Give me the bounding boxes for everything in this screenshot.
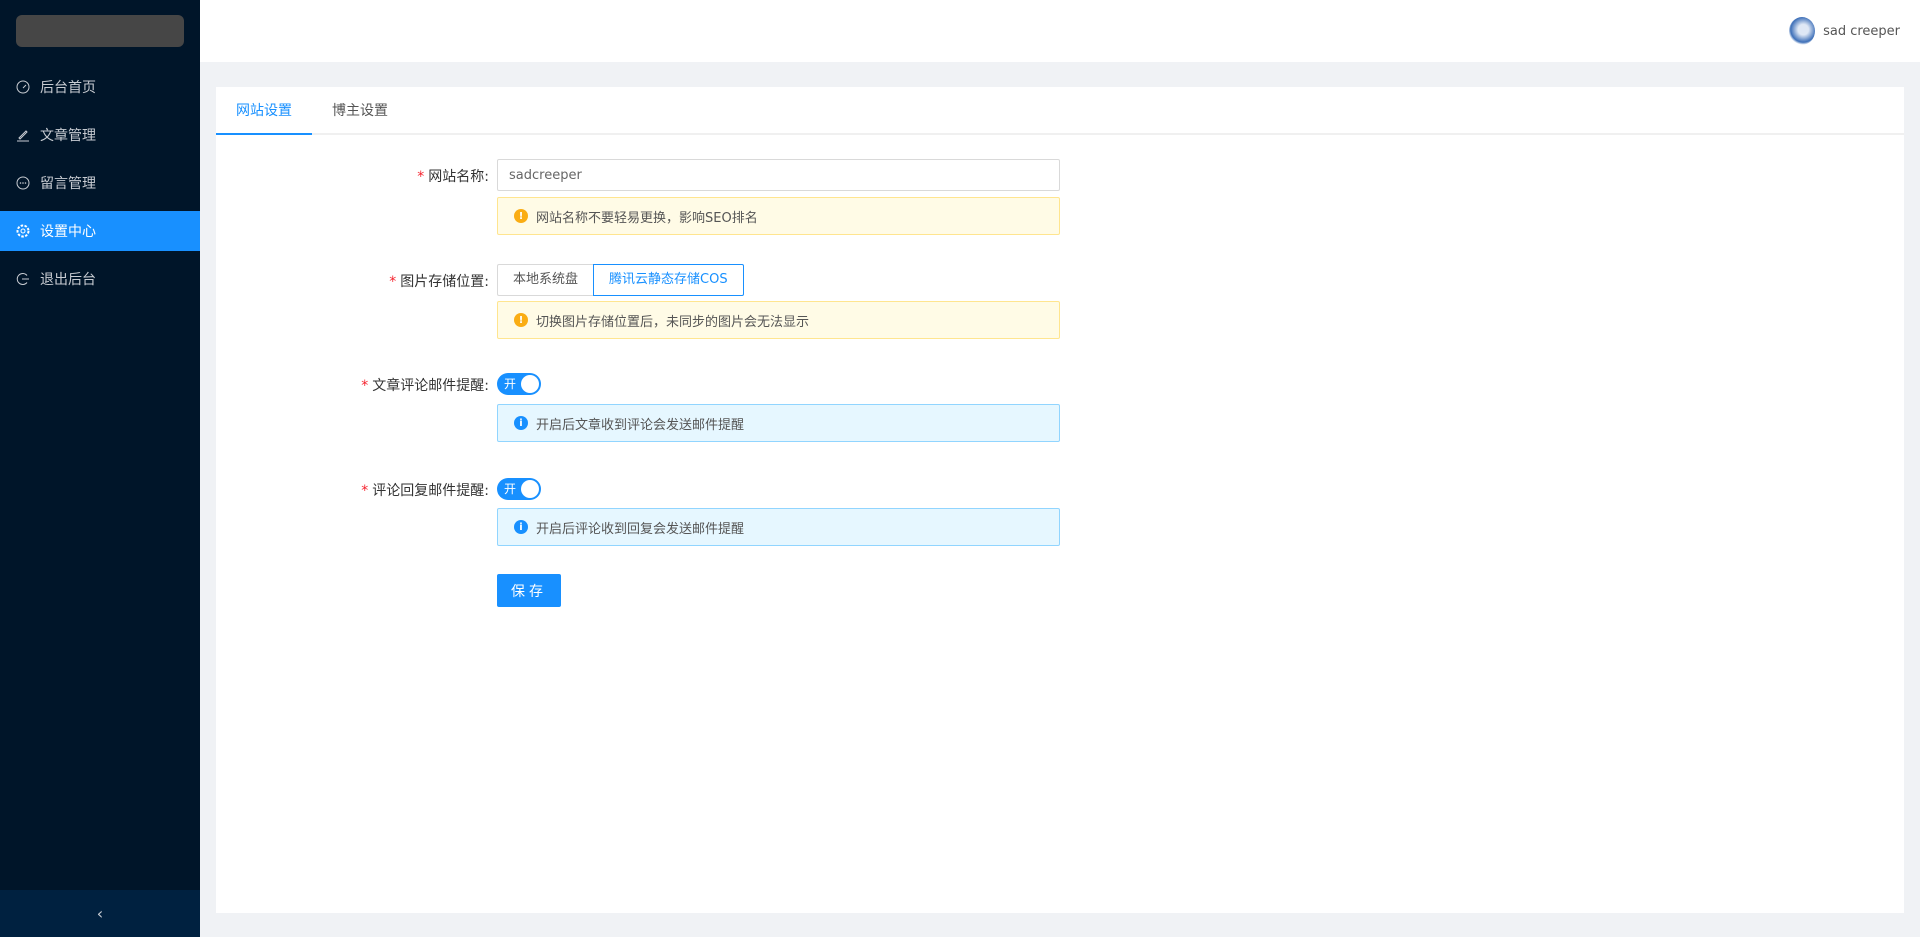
tabs: 网站设置 博主设置 (216, 87, 1904, 135)
storage-label: * 图片存储位置: (389, 274, 489, 290)
reply-mail-label: * 评论回复邮件提醒: (361, 483, 489, 499)
sidebar-item-label: 文章管理 (40, 128, 96, 144)
warning-icon: ! (514, 209, 528, 223)
dashboard-icon (16, 80, 30, 94)
sidebar-item-messages[interactable]: 留言管理 (0, 163, 200, 203)
chevron-left-icon: ‹ (96, 904, 104, 923)
logo (16, 15, 184, 47)
sidebar-item-settings[interactable]: 设置中心 (0, 211, 200, 251)
site-name-label: * 网站名称: (417, 169, 489, 185)
info-icon: i (514, 520, 528, 534)
save-button[interactable]: 保存 (497, 574, 561, 607)
sidebar-item-label: 设置中心 (40, 224, 96, 240)
comment-mail-row: * 文章评论邮件提醒: 开 (216, 373, 1904, 395)
comment-mail-info: i 开启后文章收到评论会发送邮件提醒 (497, 404, 1060, 442)
storage-option-cos[interactable]: 腾讯云静态存储COS (593, 264, 744, 296)
storage-warning: ! 切换图片存储位置后，未同步的图片会无法显示 (497, 301, 1060, 339)
comment-mail-label: * 文章评论邮件提醒: (361, 378, 489, 394)
setting-icon (16, 224, 30, 238)
avatar (1789, 17, 1816, 45)
sidebar-menu: 后台首页 文章管理 留言管理 设置中心 退出后台 (0, 67, 200, 307)
reply-mail-info: i 开启后评论收到回复会发送邮件提醒 (497, 508, 1060, 546)
sidebar: 后台首页 文章管理 留言管理 设置中心 退出后台 ‹ (0, 0, 200, 937)
sidebar-item-dashboard[interactable]: 后台首页 (0, 67, 200, 107)
settings-card: 网站设置 博主设置 *网站名称: !网站名称不要轻易更换，影响SEO排名 *图片… (216, 87, 1904, 913)
sidebar-item-articles[interactable]: 文章管理 (0, 115, 200, 155)
username: sad creeper (1823, 23, 1900, 39)
collapse-sidebar-button[interactable]: ‹ (0, 890, 200, 937)
storage-option-local[interactable]: 本地系统盘 (497, 264, 594, 296)
sidebar-item-logout[interactable]: 退出后台 (0, 259, 200, 299)
storage-radio-group: 本地系统盘 腾讯云静态存储COS (497, 264, 744, 296)
warning-icon: ! (514, 313, 528, 327)
edit-icon (17, 130, 29, 142)
user-menu[interactable]: sad creeper (1789, 17, 1900, 45)
tab-site-settings[interactable]: 网站设置 (216, 87, 312, 135)
logout-icon (16, 273, 29, 285)
message-icon (16, 176, 30, 190)
sidebar-item-label: 留言管理 (40, 176, 96, 192)
header: sad creeper (200, 0, 1920, 62)
sidebar-item-label: 后台首页 (40, 80, 96, 96)
site-name-input[interactable] (497, 159, 1060, 191)
reply-mail-switch[interactable]: 开 (497, 478, 541, 500)
site-name-warning: ! 网站名称不要轻易更换，影响SEO排名 (497, 197, 1060, 235)
tab-blogger-settings[interactable]: 博主设置 (312, 87, 408, 133)
reply-mail-row: * 评论回复邮件提醒: 开 (216, 478, 1904, 500)
info-icon: i (514, 416, 528, 430)
sidebar-item-label: 退出后台 (40, 272, 96, 288)
comment-mail-switch[interactable]: 开 (497, 373, 541, 395)
